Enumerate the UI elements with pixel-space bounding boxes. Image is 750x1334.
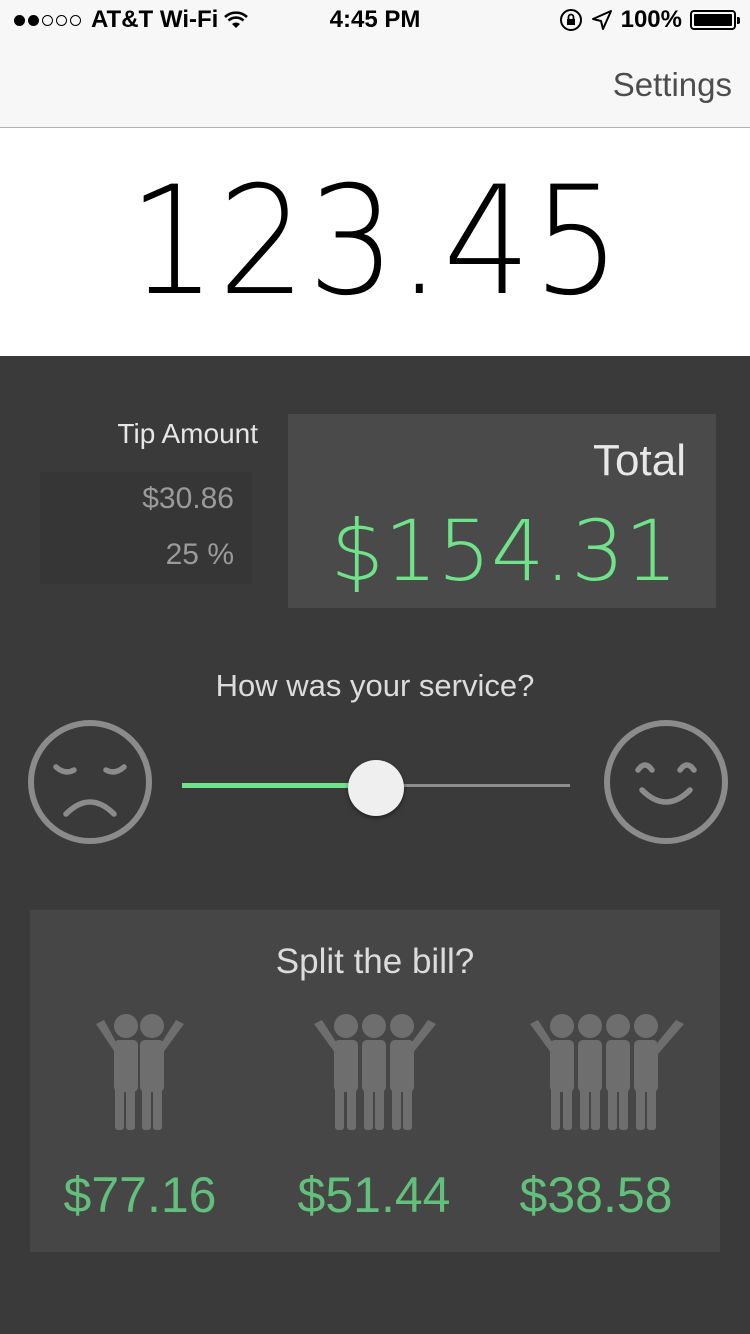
service-slider[interactable] bbox=[182, 760, 570, 816]
split-amount-two[interactable]: $77.16 bbox=[44, 1166, 236, 1224]
three-people-icon[interactable] bbox=[310, 1012, 440, 1132]
split-title: Split the bill? bbox=[275, 942, 475, 981]
service-question: How was your service? bbox=[215, 668, 535, 703]
rotation-lock-icon bbox=[559, 9, 582, 31]
location-arrow-icon bbox=[591, 10, 612, 30]
slider-fill bbox=[182, 783, 376, 788]
settings-button[interactable]: Settings bbox=[613, 66, 732, 104]
sad-face-icon[interactable] bbox=[26, 718, 154, 846]
tip-amount-label: Tip Amount bbox=[117, 418, 258, 449]
total-amount: $154.31 bbox=[330, 502, 678, 600]
total-box: Total $154.31 bbox=[288, 414, 716, 608]
tip-amount-value: $30.86 bbox=[142, 482, 234, 515]
four-people-icon[interactable] bbox=[526, 1012, 688, 1132]
battery-percent: 100% bbox=[620, 6, 682, 33]
bill-amount-display[interactable]: 123.45 bbox=[0, 128, 750, 356]
status-bar: AT&T Wi-Fi 4:45 PM 100% bbox=[0, 0, 750, 40]
two-people-icon[interactable] bbox=[92, 1012, 188, 1132]
slider-thumb[interactable] bbox=[348, 760, 404, 816]
bill-amount[interactable]: 123.45 bbox=[128, 155, 622, 329]
tip-percent-value: 25 % bbox=[165, 538, 234, 571]
split-amount-three[interactable]: $51.44 bbox=[278, 1166, 470, 1224]
split-amount-four[interactable]: $38.58 bbox=[500, 1166, 692, 1224]
tip-box: $30.86 25 % bbox=[40, 472, 252, 584]
happy-face-icon[interactable] bbox=[602, 718, 730, 846]
split-bill-panel: Split the bill? $77.16 $51.44 $38.58 bbox=[30, 910, 720, 1252]
top-bar: AT&T Wi-Fi 4:45 PM 100% Settings bbox=[0, 0, 750, 128]
total-label: Total bbox=[593, 436, 686, 485]
battery-icon bbox=[690, 10, 740, 30]
